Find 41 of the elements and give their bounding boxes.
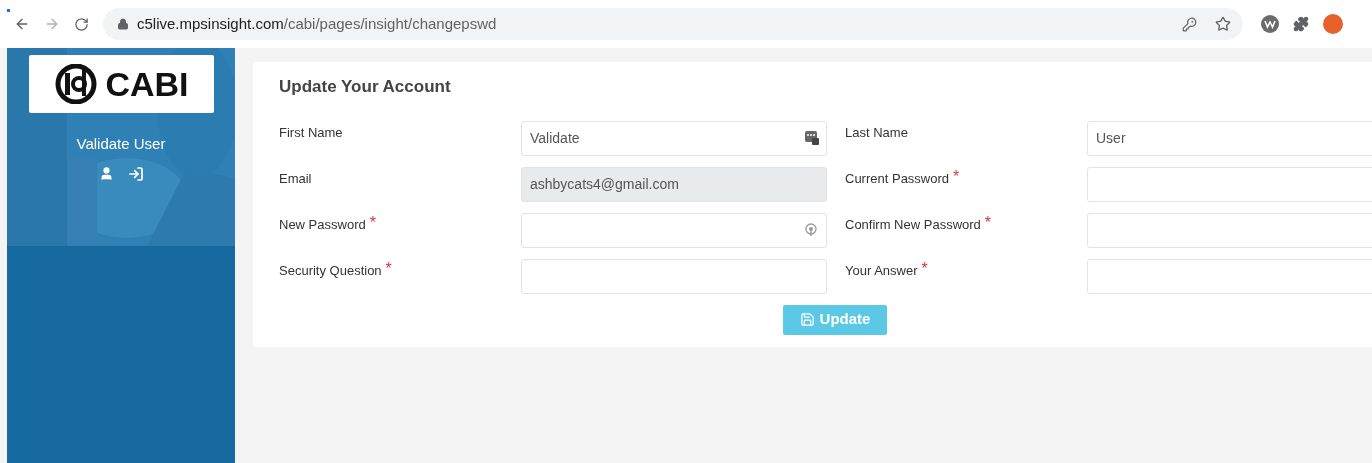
contact-card-icon[interactable]: [805, 130, 819, 145]
extension-icon[interactable]: [1261, 15, 1279, 33]
field-label: Last Name: [845, 123, 908, 142]
star-icon[interactable]: [1215, 16, 1231, 32]
required-mark: *: [953, 168, 960, 185]
back-icon[interactable]: [14, 16, 30, 32]
logo-text: CABI: [105, 67, 189, 101]
field-label: New Password: [279, 215, 366, 234]
field-label: Current Password: [845, 169, 950, 188]
form-title: Update Your Account: [279, 76, 452, 98]
address-bar[interactable]: c5live.mpsinsight.com/cabi/pages/insight/changepswd: [103, 8, 1243, 40]
field-label: First Name: [279, 123, 343, 142]
save-icon: [799, 312, 815, 327]
url-text: c5live.mpsinsight.com/cabi/pages/insight/changepswd: [137, 13, 497, 34]
profile-avatar[interactable]: [1323, 14, 1343, 34]
input-field[interactable]: [1087, 212, 1372, 248]
user-icon[interactable]: [98, 165, 114, 181]
lock-icon: [117, 18, 129, 30]
field-label: Your Answer: [845, 261, 918, 280]
logo[interactable]: CABI: [28, 55, 214, 113]
input-field[interactable]: Validate: [521, 120, 827, 156]
field-label: Security Question: [279, 261, 382, 280]
required-mark: *: [921, 260, 928, 277]
field-label: Email: [279, 169, 312, 188]
extensions-icon[interactable]: [1293, 16, 1309, 32]
tab-indicator: [7, 9, 10, 12]
required-mark: *: [984, 214, 992, 231]
input-field[interactable]: [1087, 166, 1372, 202]
input-field[interactable]: [1087, 258, 1372, 294]
input-field[interactable]: User: [1087, 120, 1372, 156]
forward-icon[interactable]: [44, 16, 60, 32]
reload-icon[interactable]: [74, 16, 89, 32]
input-field[interactable]: [521, 212, 827, 248]
sign-in-icon[interactable]: [127, 165, 144, 182]
required-mark: *: [385, 260, 392, 277]
field-label: Confirm New Password: [845, 215, 981, 234]
password-key-icon[interactable]: [805, 222, 817, 237]
required-mark: *: [369, 214, 376, 231]
user-name: Validate User: [76, 134, 166, 154]
key-icon[interactable]: [1182, 16, 1197, 32]
input-field[interactable]: [521, 258, 827, 294]
